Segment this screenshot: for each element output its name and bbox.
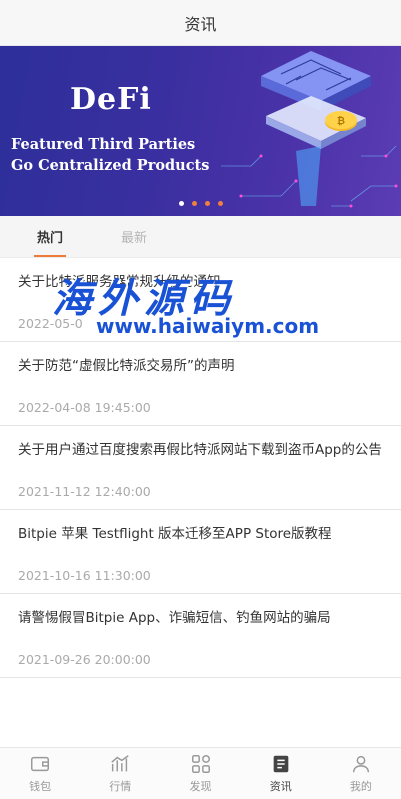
nav-label: 钱包 [29,780,52,793]
nav-discover[interactable]: 发现 [160,748,240,799]
news-icon [273,755,289,773]
top-header: 资讯 [0,0,401,46]
news-date: 2021-11-12 12:40:00 [18,484,151,499]
promo-banner[interactable]: DeFi Featured Third Parties Go Centraliz… [0,46,401,216]
carousel-dot[interactable] [217,201,223,206]
tab-active-indicator [34,255,66,257]
nav-label: 发现 [189,780,212,793]
nav-label: 我的 [349,780,372,793]
banner-title: DeFi [70,82,152,117]
carousel-dot[interactable] [191,201,197,206]
news-date: 2021-09-26 20:00:00 [18,652,151,667]
nav-profile[interactable]: 我的 [321,748,401,799]
nav-label: 资讯 [269,780,292,793]
tab-label: 热门 [36,231,63,246]
news-date: 2022-04-08 19:45:00 [18,400,151,415]
banner-subtitle: Featured Third Parties Go Centralized Pr… [11,136,210,174]
profile-icon [352,755,369,773]
list-item[interactable]: 关于比特派服务器常规升级的通知 2022-05-0 [0,258,401,342]
news-title: 关于防范“虚假比特派交易所”的声明 [18,358,235,374]
page-title: 资讯 [184,14,217,34]
tab-latest[interactable]: 最新 [106,216,162,257]
nav-wallet[interactable]: 钱包 [0,748,80,799]
carousel-dot[interactable] [178,201,184,206]
news-tabs: 热门 最新 [0,216,401,258]
defi-illustration-icon: ₿ [221,51,398,208]
list-item[interactable]: Bitpie 苹果 Testflight 版本迁移至APP Store版教程 2… [0,510,401,594]
carousel-dots [0,201,401,206]
news-title: 请警惕假冒Bitpie App、诈骗短信、钓鱼网站的骗局 [18,610,331,626]
bottom-navigation: 钱包 行情 发现 资讯 我的 [0,747,401,799]
news-title: 关于用户通过百度搜索再假比特派网站下载到盗币App的公告 [18,442,382,458]
news-title: 关于比特派服务器常规升级的通知 [18,274,221,290]
svg-text:₿: ₿ [337,115,345,127]
news-date: 2021-10-16 11:30:00 [18,568,151,583]
list-item[interactable]: 关于用户通过百度搜索再假比特派网站下载到盗币App的公告 2021-11-12 … [0,426,401,510]
list-item[interactable]: 关于防范“虚假比特派交易所”的声明 2022-04-08 19:45:00 [0,342,401,426]
list-item[interactable]: 请警惕假冒Bitpie App、诈骗短信、钓鱼网站的骗局 2021-09-26 … [0,594,401,678]
tab-hot[interactable]: 热门 [22,216,78,257]
wallet-icon [31,756,50,772]
discover-icon [191,755,210,773]
chart-icon [111,755,129,772]
news-date: 2022-05-0 [18,316,83,331]
nav-news[interactable]: 资讯 [241,748,321,799]
nav-market[interactable]: 行情 [80,748,160,799]
news-title: Bitpie 苹果 Testflight 版本迁移至APP Store版教程 [18,526,332,542]
tab-label: 最新 [120,231,147,246]
news-list: 关于比特派服务器常规升级的通知 2022-05-0 关于防范“虚假比特派交易所”… [0,258,401,678]
nav-label: 行情 [109,780,132,793]
carousel-dot[interactable] [204,201,210,206]
